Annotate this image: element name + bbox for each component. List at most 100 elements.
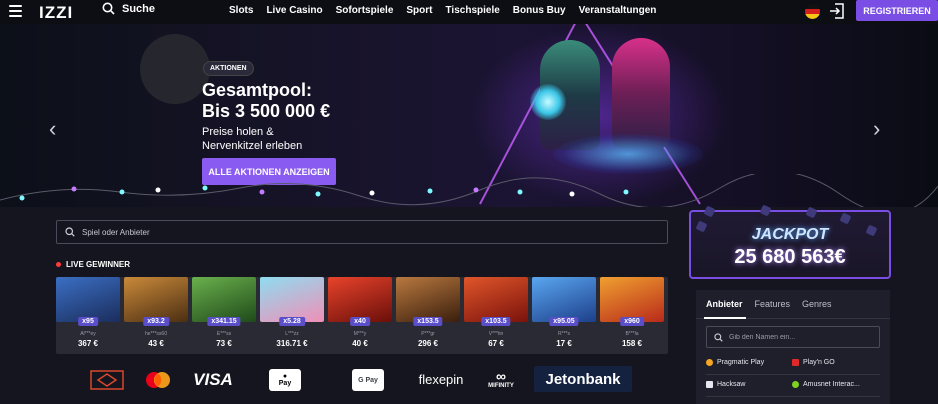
warrior-character-image [612, 38, 670, 148]
nav-slots[interactable]: Slots [229, 5, 253, 16]
game-search-input[interactable] [82, 227, 642, 237]
provider-search-field[interactable] [706, 326, 880, 348]
site-logo[interactable]: IZZI [39, 3, 73, 23]
winner-card[interactable]: x40 M***y 40 € [328, 277, 392, 354]
nav-sport[interactable]: Sport [406, 5, 432, 16]
live-indicator-icon [56, 262, 61, 267]
winner-card[interactable]: x5.28 L***zz 316.71 € [260, 277, 324, 354]
winner-multiplier: x341.15 [207, 317, 241, 326]
winner-multiplier: x103.5 [481, 317, 511, 326]
promo-title-line2: Bis 3 500 000 € [202, 101, 331, 121]
energy-swirl-image [553, 134, 703, 174]
game-thumbnail [56, 277, 120, 322]
main-nav: Slots Live Casino Sofortspiele Sport Tis… [229, 5, 669, 16]
tab-features[interactable]: Features [755, 299, 791, 309]
game-thumbnail [396, 277, 460, 322]
amusnet-icon [792, 381, 799, 388]
login-icon[interactable] [828, 2, 846, 20]
winner-card[interactable]: x103.5 V***tin 67 € [464, 277, 528, 354]
winner-card[interactable]: x93.2 he***ss60 43 € [124, 277, 188, 354]
winner-amount: 43 € [148, 339, 164, 348]
winner-multiplier: x153.5 [413, 317, 443, 326]
decor-circle [140, 34, 210, 104]
winner-amount: 40 € [352, 339, 368, 348]
promo-subtitle: Preise holen & Nervenkitzel erleben [202, 125, 302, 153]
promo-title: Gesamtpool: Bis 3 500 000 € [202, 80, 330, 122]
chevron-right-icon[interactable]: › [873, 116, 880, 142]
provider-item-pragmatic-play[interactable]: Pragmatic Play [706, 359, 764, 366]
tab-providers[interactable]: Anbieter [706, 299, 743, 309]
nav-events[interactable]: Veranstaltungen [579, 5, 657, 16]
promo-banner[interactable]: AKTIONEN Gesamtpool: Bis 3 500 000 € Pre… [0, 24, 938, 207]
winner-card[interactable]: x153.5 P***gr 296 € [396, 277, 460, 354]
winner-card[interactable]: x95.05 R***s 17 € [532, 277, 596, 354]
winner-username: V***tin [488, 331, 504, 337]
winner-amount: 67 € [488, 339, 504, 348]
chevron-left-icon[interactable]: ‹ [49, 116, 56, 142]
winner-card[interactable]: x960 B***la 158 € [600, 277, 664, 354]
winner-multiplier: x960 [620, 317, 644, 326]
provider-item-amusnet[interactable]: Amusnet Interac... [792, 381, 860, 388]
provider-divider [706, 374, 880, 375]
pragmatic-play-icon [706, 359, 713, 366]
mifinity-logo: ∞ MIFINITY [484, 366, 518, 392]
top-header: IZZI Suche Slots Live Casino Sofortspiel… [0, 0, 938, 24]
winner-username: he***ss60 [145, 331, 167, 337]
live-winners-strip: x95 Al***ey 367 € x93.2 he***ss60 43 € x… [56, 277, 668, 354]
register-button[interactable]: REGISTRIEREN [856, 0, 938, 21]
provider-label: Amusnet Interac... [803, 381, 860, 388]
jackpot-value: 25 680 563€ [734, 246, 846, 268]
menu-icon[interactable] [9, 5, 22, 17]
mastercard-icon [144, 370, 172, 390]
winner-multiplier: x95 [78, 317, 98, 326]
winner-amount: 158 € [621, 339, 643, 348]
visa-logo: VISA [193, 370, 233, 389]
winner-username: B***la [625, 331, 639, 337]
promo-subtitle-line2: Nervenkitzel erleben [202, 140, 303, 152]
provider-filter-panel: Anbieter Features Genres Pragmatic Play … [696, 290, 890, 404]
winner-multiplier: x93.2 [143, 317, 169, 326]
winner-amount: 17 € [556, 339, 572, 348]
provider-divider [706, 396, 880, 397]
language-flag-icon[interactable] [805, 4, 820, 19]
game-thumbnail [464, 277, 528, 322]
game-thumbnail [124, 277, 188, 322]
winner-card[interactable]: x341.15 E***ss 73 € [192, 277, 256, 354]
search-button[interactable]: Suche [102, 2, 155, 15]
provider-label: Pragmatic Play [717, 359, 765, 366]
infinity-icon: ∞ [496, 368, 506, 384]
google-pay-logo: G Pay [352, 369, 384, 391]
winner-username: R***s [558, 331, 570, 337]
magic-orb-image [530, 84, 566, 120]
game-thumbnail [328, 277, 392, 322]
provider-search-input[interactable] [729, 333, 879, 341]
mifinity-label: MIFINITY [488, 383, 514, 389]
promo-badge: AKTIONEN [203, 61, 254, 76]
game-thumbnail [532, 277, 596, 322]
game-search-field[interactable] [56, 220, 668, 244]
winner-multiplier: x40 [350, 317, 370, 326]
search-icon [714, 332, 723, 342]
live-winners-title: LIVE GEWINNER [66, 260, 131, 269]
nav-instant-games[interactable]: Sofortspiele [336, 5, 394, 16]
winner-username: M***y [353, 331, 367, 337]
game-thumbnail [260, 277, 324, 322]
apple-icon: ● [282, 373, 288, 380]
jackpot-widget[interactable]: JACKPOT 25 680 563€ [689, 204, 891, 279]
tab-genres[interactable]: Genres [802, 299, 832, 309]
game-thumbnail [192, 277, 256, 322]
winner-username: L***zz [285, 331, 299, 337]
winner-card[interactable]: x95 Al***ey 367 € [56, 277, 120, 354]
search-icon [65, 227, 75, 237]
provider-item-hacksaw[interactable]: Hacksaw [706, 381, 745, 388]
winner-amount: 73 € [216, 339, 232, 348]
promo-subtitle-line1: Preise holen & [202, 126, 274, 138]
provider-item-play-n-go[interactable]: Play'n GO [792, 359, 835, 366]
nav-bonus-buy[interactable]: Bonus Buy [513, 5, 566, 16]
nav-table-games[interactable]: Tischspiele [446, 5, 500, 16]
live-winners-header: LIVE GEWINNER [56, 260, 130, 269]
game-thumbnail [600, 277, 664, 322]
provider-label: Hacksaw [717, 381, 746, 388]
winner-amount: 296 € [417, 339, 439, 348]
nav-live-casino[interactable]: Live Casino [266, 5, 322, 16]
